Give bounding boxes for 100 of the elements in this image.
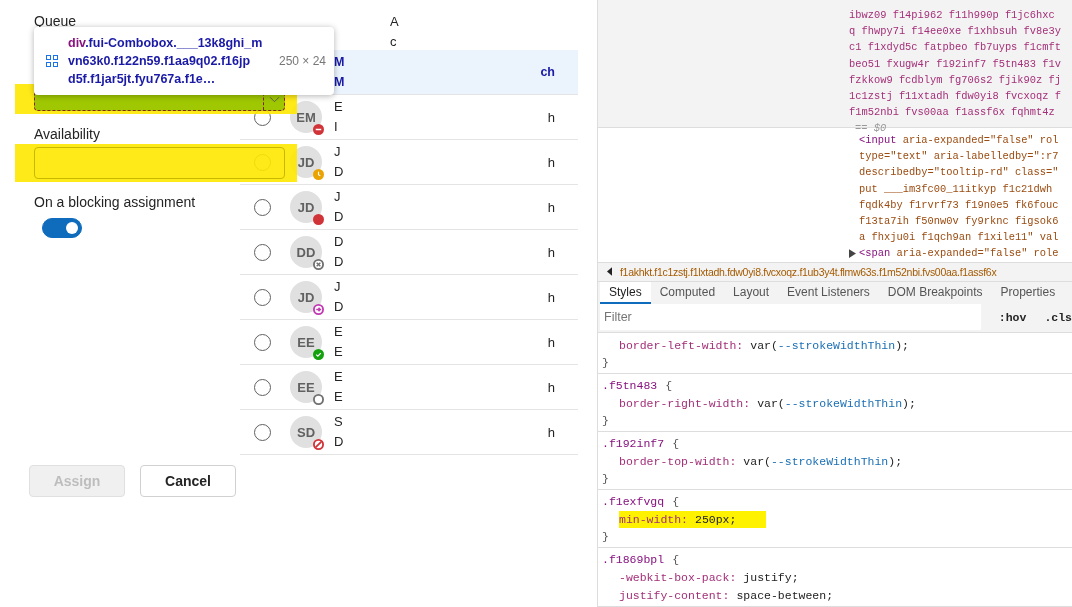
css-value: var(--strokeWidthThin); [743, 454, 903, 468]
trailing-text: h [547, 154, 555, 170]
name-text: J [334, 143, 341, 161]
filter-toggle[interactable]: .cls [1044, 310, 1072, 324]
brace-text: { [672, 495, 680, 508]
code-line: <input aria-expanded="false" rol [859, 133, 1059, 148]
trailing-text: h [547, 379, 555, 395]
list-row[interactable]: EE E E h [240, 365, 578, 410]
name-text: S [334, 413, 343, 431]
filter-toggle[interactable]: :hov [998, 310, 1027, 324]
detail-text: D [334, 208, 344, 226]
brace-text: } [602, 530, 609, 543]
avatar: JD [290, 281, 322, 313]
code-line: f13ta7ih f50nw0v fy9rknc figsok6 [859, 213, 1059, 229]
css-value: var(--strokeWidthThin); [750, 338, 909, 352]
availability-label: Availability [34, 126, 100, 142]
scroll-left-icon[interactable] [607, 267, 612, 277]
avatar: EE [290, 371, 322, 403]
list-row[interactable]: EE E E h [240, 320, 578, 365]
css-value: space-between; [736, 588, 834, 602]
detail-text: D [334, 163, 344, 181]
detail-text: E [334, 343, 343, 361]
blocking-label: On a blocking assignment [34, 194, 196, 210]
css-property: justify-content: [619, 588, 730, 602]
node-marker: == $0 [855, 121, 887, 135]
css-selector: .f192inf7 [602, 437, 665, 450]
list-row[interactable]: JD J D h [240, 275, 578, 320]
detail-text: D [334, 253, 344, 271]
grid-icon [46, 55, 58, 67]
action-button[interactable]: Cancel [140, 465, 236, 497]
code-line: ibwz09 f14pi962 f11h990p f1jc6hxc [849, 8, 1055, 23]
avatar: DD [290, 236, 322, 268]
queue-label: Queue [34, 13, 77, 29]
trailing-text: h [547, 334, 555, 350]
brace-text: } [602, 414, 609, 427]
code-line: fqdk4by f1rvrf73 f19n0e5 fk6fouc [859, 197, 1059, 213]
panel-tab[interactable]: Styles [600, 281, 651, 304]
name-text: E [334, 368, 343, 386]
panel-tab[interactable]: Properties [991, 281, 1065, 304]
detail-text: M [334, 74, 345, 91]
code-line: put ___im3fc00_11itkyp f1c21dwh [859, 181, 1053, 197]
trailing-text: h [547, 424, 555, 440]
brace-text: { [672, 437, 680, 450]
column-header: A [390, 13, 399, 31]
list-row[interactable]: DD D D h [240, 230, 578, 275]
code-line: a fhxju0i f1qch9an f1xile11" val [859, 230, 1059, 246]
code-line: beo51 fxugw4r f192inf7 f5tn483 f1v [849, 56, 1061, 72]
code-line: <span aria-expanded="false" role [859, 246, 1059, 262]
filter-field[interactable]: Filter [600, 304, 981, 330]
code-line: f1m52nbi fvs00aa f1assf6x fqhmt4z [849, 105, 1055, 121]
css-selector: .f1869bpl [602, 553, 665, 566]
brace-text: } [602, 472, 609, 485]
element-size: 250 × 24 [278, 54, 326, 68]
code-line: q fhwpy7i f14ee0xe f1xhbsuh fv8e3y [849, 24, 1061, 40]
name-text: J [334, 188, 341, 206]
expand-triangle-icon[interactable] [849, 248, 856, 258]
list-row[interactable]: SD S D h [240, 410, 578, 455]
toggle-switch[interactable] [42, 218, 82, 238]
css-property: border-top-width: [619, 454, 737, 468]
trailing-text: ch [540, 64, 555, 81]
detail-text: I [334, 118, 338, 136]
code-line: type="text" aria-labelledby=":r7 [859, 149, 1059, 165]
panel-tab[interactable]: Layout [724, 281, 779, 304]
detail-text: D [334, 298, 344, 316]
name-text: D [334, 233, 344, 251]
brace-text: { [672, 553, 680, 566]
name-text: J [334, 278, 341, 296]
brace-text: } [602, 356, 609, 369]
avatar: EE [290, 326, 322, 358]
detail-text: E [334, 388, 343, 406]
chevron-icon [268, 95, 280, 103]
code-line: fzkkow9 fcdblym fg706s2 fjik90z fj [849, 72, 1061, 88]
list-row[interactable]: JD J D h [240, 185, 578, 230]
trailing-text: h [547, 244, 555, 260]
panel-tab[interactable]: Computed [650, 281, 725, 304]
css-property: border-right-width: [619, 396, 751, 410]
css-property: min-width: [619, 512, 688, 526]
panel-tab[interactable]: DOM Breakpoints [878, 281, 992, 304]
css-selector: .f5tn483 [602, 379, 658, 392]
avatar: JD [290, 191, 322, 223]
css-selector: .f1exfvgq [602, 495, 665, 508]
name-text: E [334, 98, 343, 116]
css-property: border-left-width: [619, 338, 744, 352]
css-property: -webkit-box-pack: [619, 570, 737, 584]
panel-tab[interactable]: Event Listeners [778, 281, 879, 304]
code-line: c1 f1xdyd5c fatpbeo fb7uyps f1cmft [849, 40, 1061, 56]
column-header: c [390, 33, 397, 51]
name-text: E [334, 323, 343, 341]
trailing-text: h [547, 109, 555, 125]
css-value: var(--strokeWidthThin); [757, 396, 916, 410]
css-value: 250px; [695, 512, 737, 526]
css-value: justify; [743, 570, 799, 584]
name-text: M [334, 54, 345, 71]
brace-text: { [665, 379, 673, 392]
code-line: 1c1zstj f11xtadh fdw0yi8 fvcxoqz f [849, 89, 1061, 104]
code-line: describedby="tooltip-rd" class=" [859, 165, 1059, 181]
avatar: SD [290, 416, 322, 448]
trailing-text: h [547, 199, 555, 215]
trailing-text: h [547, 289, 555, 305]
detail-text: D [334, 433, 344, 451]
